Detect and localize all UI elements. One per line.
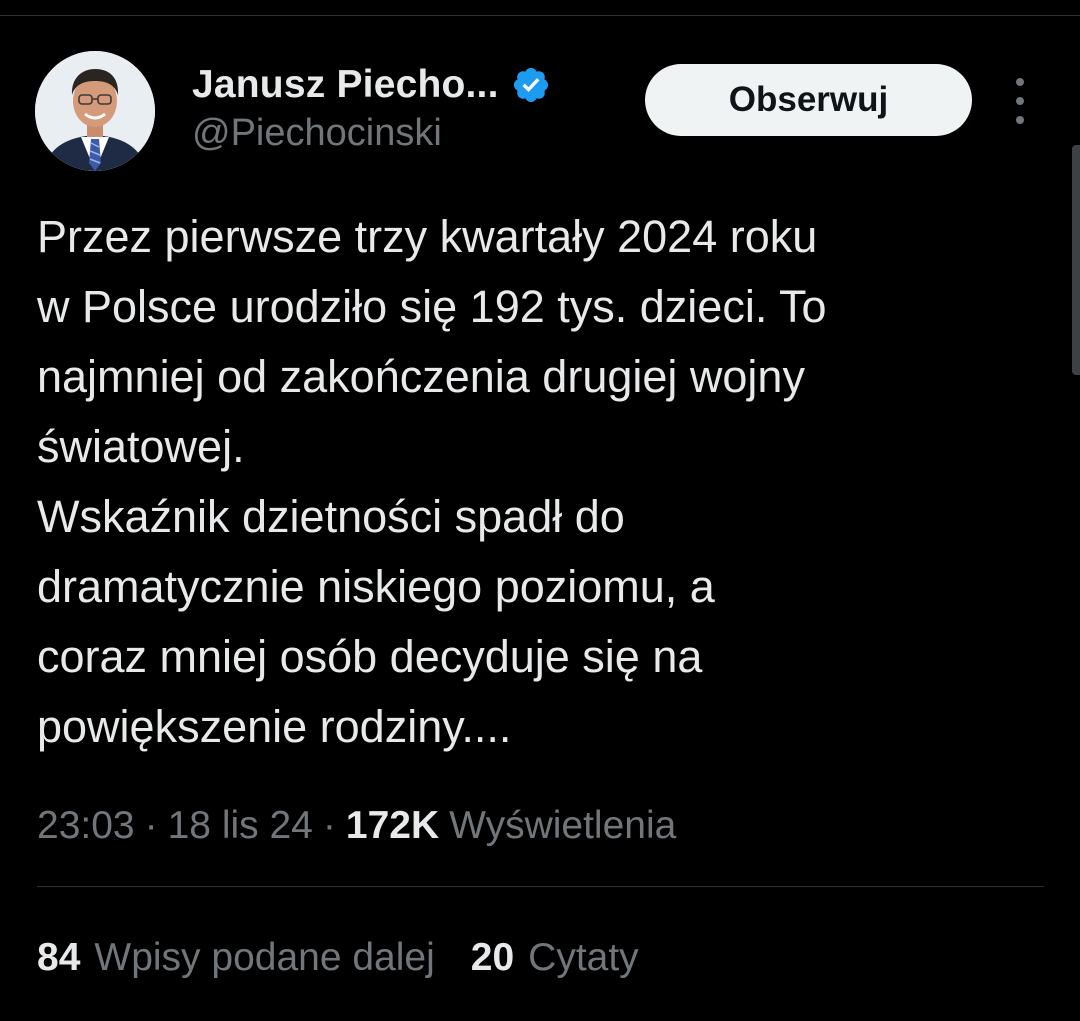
quotes-stat[interactable]: 20 Cytaty <box>471 936 639 980</box>
more-dot <box>1016 97 1024 105</box>
scrollbar[interactable] <box>1072 145 1080 375</box>
top-divider <box>0 15 1080 16</box>
tweet-meta: 23:03 · 18 lis 24 · 172K Wyświetlenia <box>37 798 676 853</box>
tweet-text-line: dramatycznie niskiego poziomu, a <box>37 561 715 612</box>
more-vertical-icon[interactable] <box>1004 78 1036 124</box>
views-label: Wyświetlenia <box>449 803 677 847</box>
quotes-count: 20 <box>470 935 515 979</box>
verified-badge-icon[interactable] <box>511 65 551 105</box>
quotes-label: Cytaty <box>528 935 639 979</box>
views-count: 172K <box>345 803 440 847</box>
tweet-text-line: powiększenie rodziny.... <box>37 701 512 752</box>
tweet-text: Przez pierwsze trzy kwartały 2024 roku w… <box>37 202 1037 762</box>
more-dot <box>1016 78 1024 86</box>
tweet-text-line: Wskaźnik dzietności spadł do <box>37 491 625 542</box>
tweet-text-line: Przez pierwsze trzy kwartały 2024 roku <box>37 211 818 262</box>
author-display-name[interactable]: Janusz Piecho... <box>192 63 499 107</box>
follow-button[interactable]: Obserwuj <box>645 64 972 136</box>
tweet-text-line: coraz mniej osób decyduje się na <box>37 631 703 682</box>
reposts-label: Wpisy podane dalej <box>94 935 435 979</box>
reposts-count: 84 <box>37 935 81 979</box>
tweet-text-line: najmniej od zakończenia drugiej wojny <box>37 351 805 402</box>
tweet-text-line: w Polsce urodziło się 192 tys. dzieci. T… <box>37 281 827 332</box>
avatar[interactable] <box>35 51 155 171</box>
tweet-date[interactable]: 18 lis 24 <box>168 804 313 848</box>
meta-separator: · <box>144 803 158 847</box>
more-dot <box>1016 116 1024 124</box>
author-name-row[interactable]: Janusz Piecho... <box>192 60 551 110</box>
meta-separator: · <box>322 803 336 847</box>
tweet-time[interactable]: 23:03 <box>37 804 135 848</box>
author-handle[interactable]: @Piechocinski <box>192 112 442 155</box>
tweet-text-line: światowej. <box>37 421 245 472</box>
reposts-stat[interactable]: 84 Wpisy podane dalej <box>37 936 435 980</box>
tweet-stats: 84 Wpisy podane dalej 20 Cytaty <box>37 930 639 985</box>
stats-divider <box>37 886 1044 887</box>
